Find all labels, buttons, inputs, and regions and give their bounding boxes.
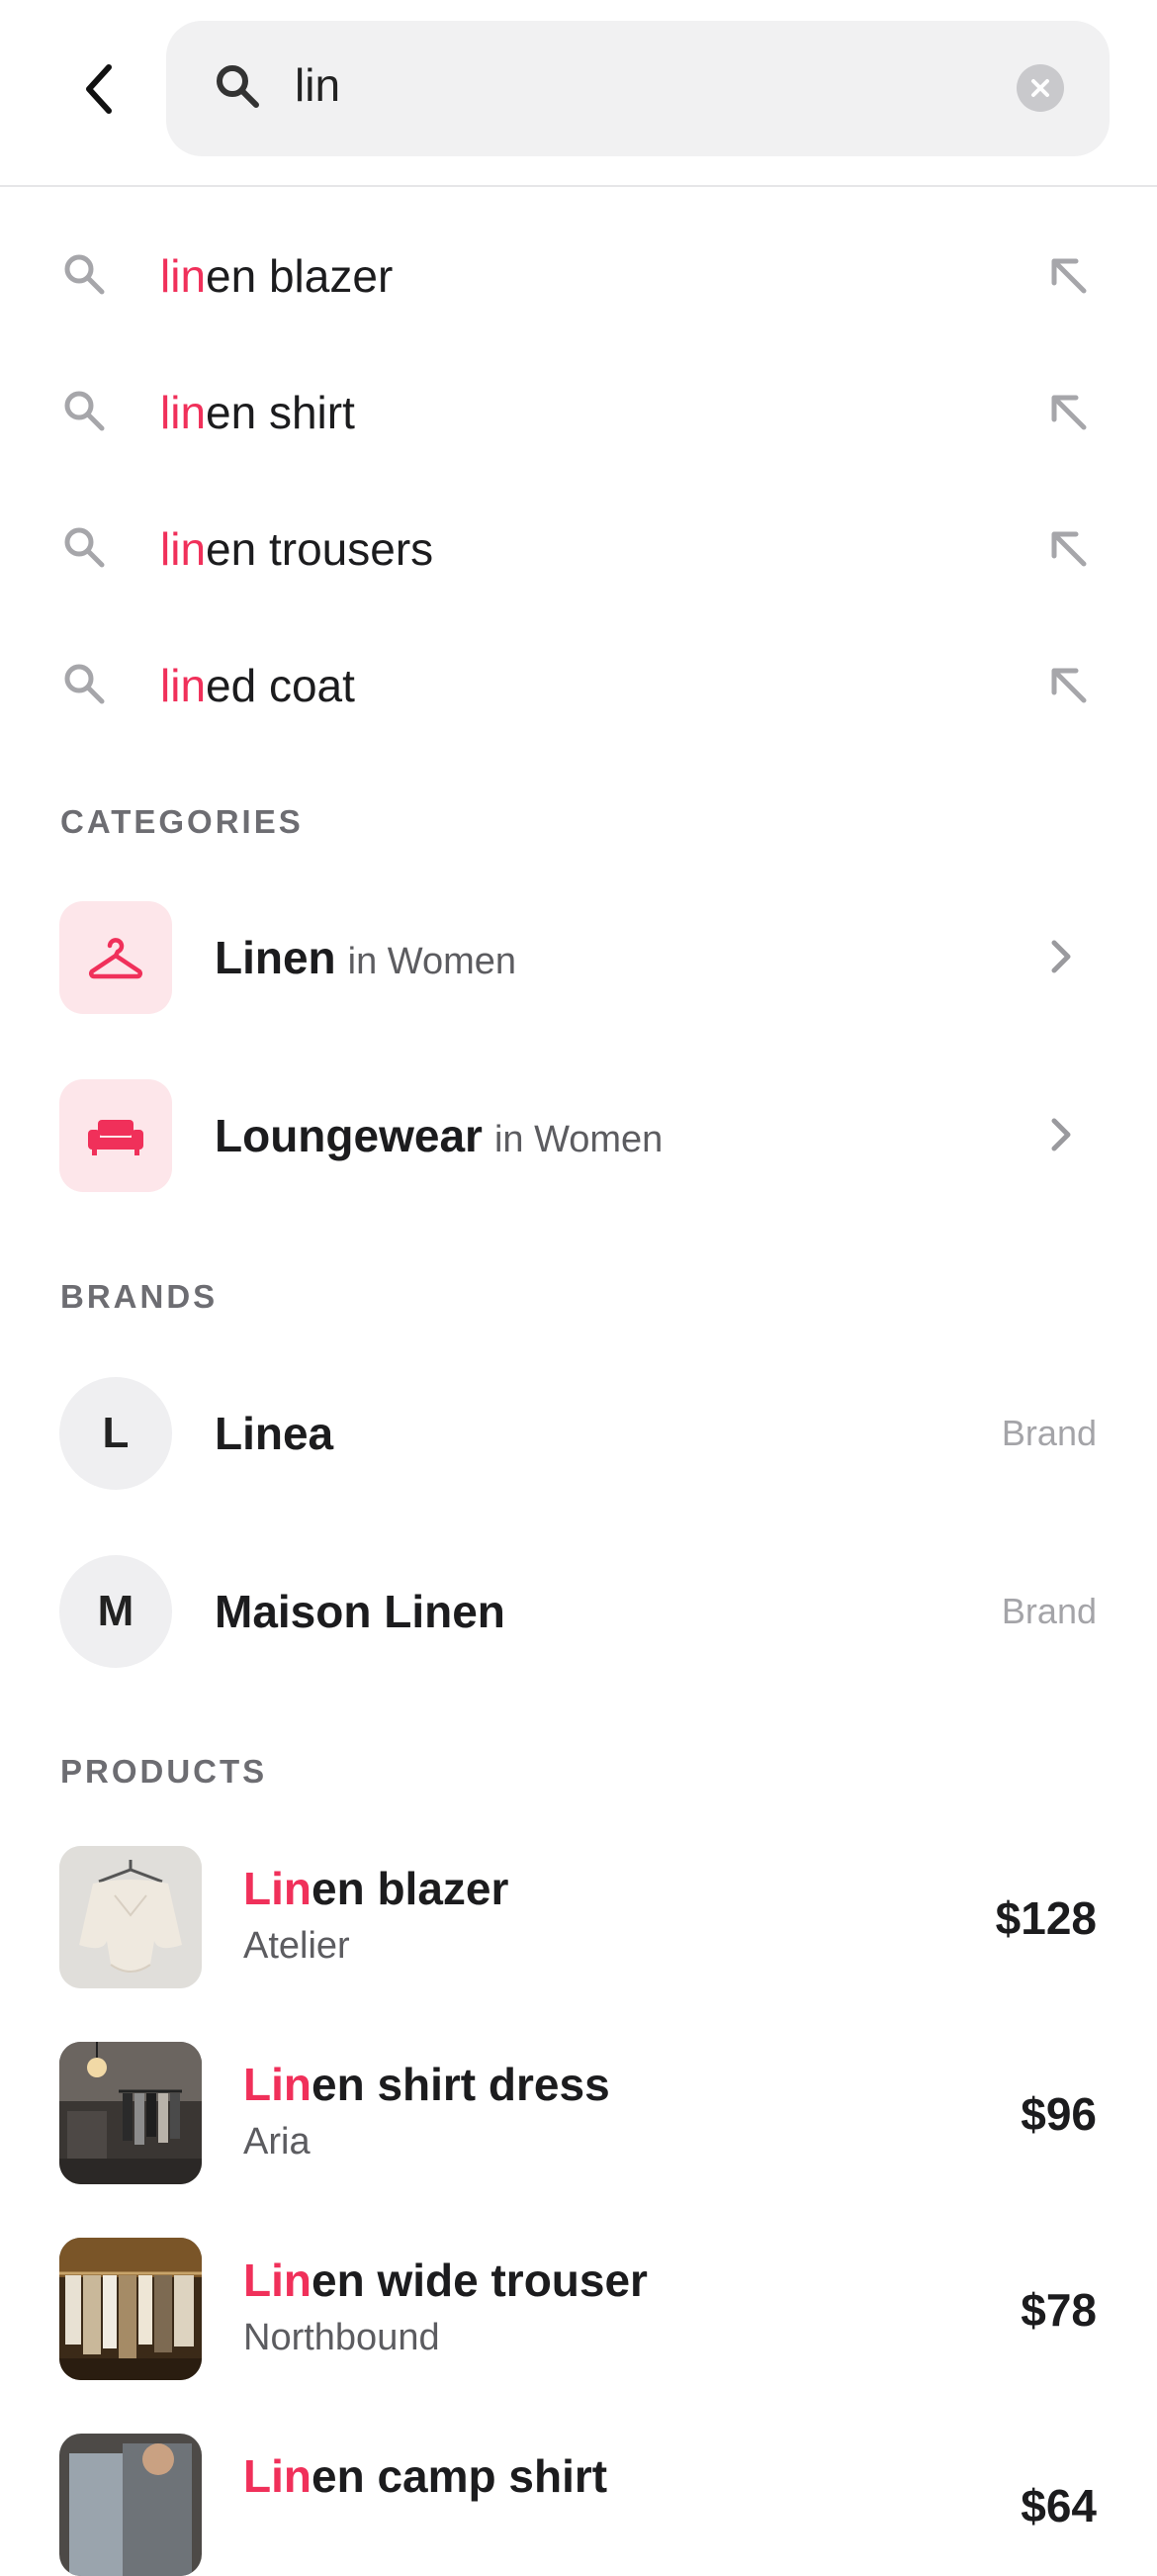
suggestion-row[interactable]: linen shirt [0,342,1157,479]
categories-heading: CATEGORIES [60,803,304,840]
product-title: Linen blazer [243,1863,509,1914]
product-brand: Aria [243,2121,311,2162]
product-row[interactable]: Linen camp shirt $64 [0,2434,1157,2576]
chevron-right-icon [1051,1118,1071,1151]
product-title: Linen shirt dress [243,2059,610,2110]
brand-row-linea[interactable]: L Linea Brand [0,1377,1157,1490]
category-row-linen[interactable]: Linen in Women [0,901,1157,1050]
hanger-icon [89,938,142,979]
search-header: lin [0,0,1157,187]
search-icon [64,254,105,295]
product-price: $78 [1021,2284,1097,2336]
search-icon [64,664,105,704]
suggestion-text: linen shirt [160,387,355,438]
product-image [59,1846,202,1988]
product-price: $96 [1021,2088,1097,2140]
brand-type-label: Brand [1001,1591,1097,1631]
brand-avatar: L [59,1377,172,1490]
product-image [59,2238,202,2380]
category-name: Linen in Women [215,932,517,983]
category-row-loungewear[interactable]: Loungewear in Women [0,1079,1157,1228]
close-icon [1031,79,1049,97]
search-input[interactable]: lin [166,21,1110,156]
product-brand: Atelier [243,1925,350,1967]
suggestion-row[interactable]: linen blazer [0,206,1157,342]
suggestion-row[interactable]: lined coat [0,615,1157,752]
search-icon [64,391,105,431]
suggestion-text: linen trousers [160,523,434,575]
category-name: Loungewear in Women [215,1110,664,1161]
arrow-up-left-icon[interactable] [1046,663,1092,708]
arrow-up-left-icon[interactable] [1046,526,1092,572]
suggestion-text: lined coat [160,660,355,711]
brand-row-maison-linen[interactable]: M Maison Linen Brand [0,1555,1157,1668]
brand-type-label: Brand [1001,1413,1097,1453]
chevron-left-icon [86,64,112,114]
brand-name: Maison Linen [215,1586,505,1637]
suggestion-row[interactable]: linen trousers [0,479,1157,615]
product-row[interactable]: Linen wide trouser Northbound $78 [0,2238,1157,2380]
product-price: $64 [1021,2480,1097,2531]
product-row[interactable]: Linen blazer Atelier $128 [0,1846,1157,1988]
clear-search-button[interactable] [1017,64,1064,112]
category-context: in Women [493,1119,664,1160]
products-heading: PRODUCTS [60,1753,268,1790]
brand-avatar: M [59,1555,172,1668]
sofa-icon [88,1120,143,1155]
product-brand: Northbound [243,2317,440,2358]
back-button[interactable] [59,49,138,129]
search-icon [64,527,105,568]
category-tile [59,901,172,1014]
suggestion-text: linen blazer [160,250,394,302]
product-row[interactable]: Linen shirt dress Aria $96 [0,2042,1157,2184]
brand-name: Linea [215,1408,334,1459]
chevron-right-icon [1051,940,1071,973]
product-image [59,2042,202,2184]
brands-heading: BRANDS [60,1278,219,1315]
category-context: in Women [347,941,517,982]
arrow-up-left-icon[interactable] [1046,390,1092,435]
search-icon [217,65,259,108]
product-title: Linen camp shirt [243,2450,608,2502]
arrow-up-left-icon[interactable] [1046,253,1092,299]
search-query: lin [295,59,341,111]
product-title: Linen wide trouser [243,2254,648,2306]
product-image [59,2434,202,2576]
category-tile [59,1079,172,1192]
product-price: $128 [995,1892,1097,1944]
